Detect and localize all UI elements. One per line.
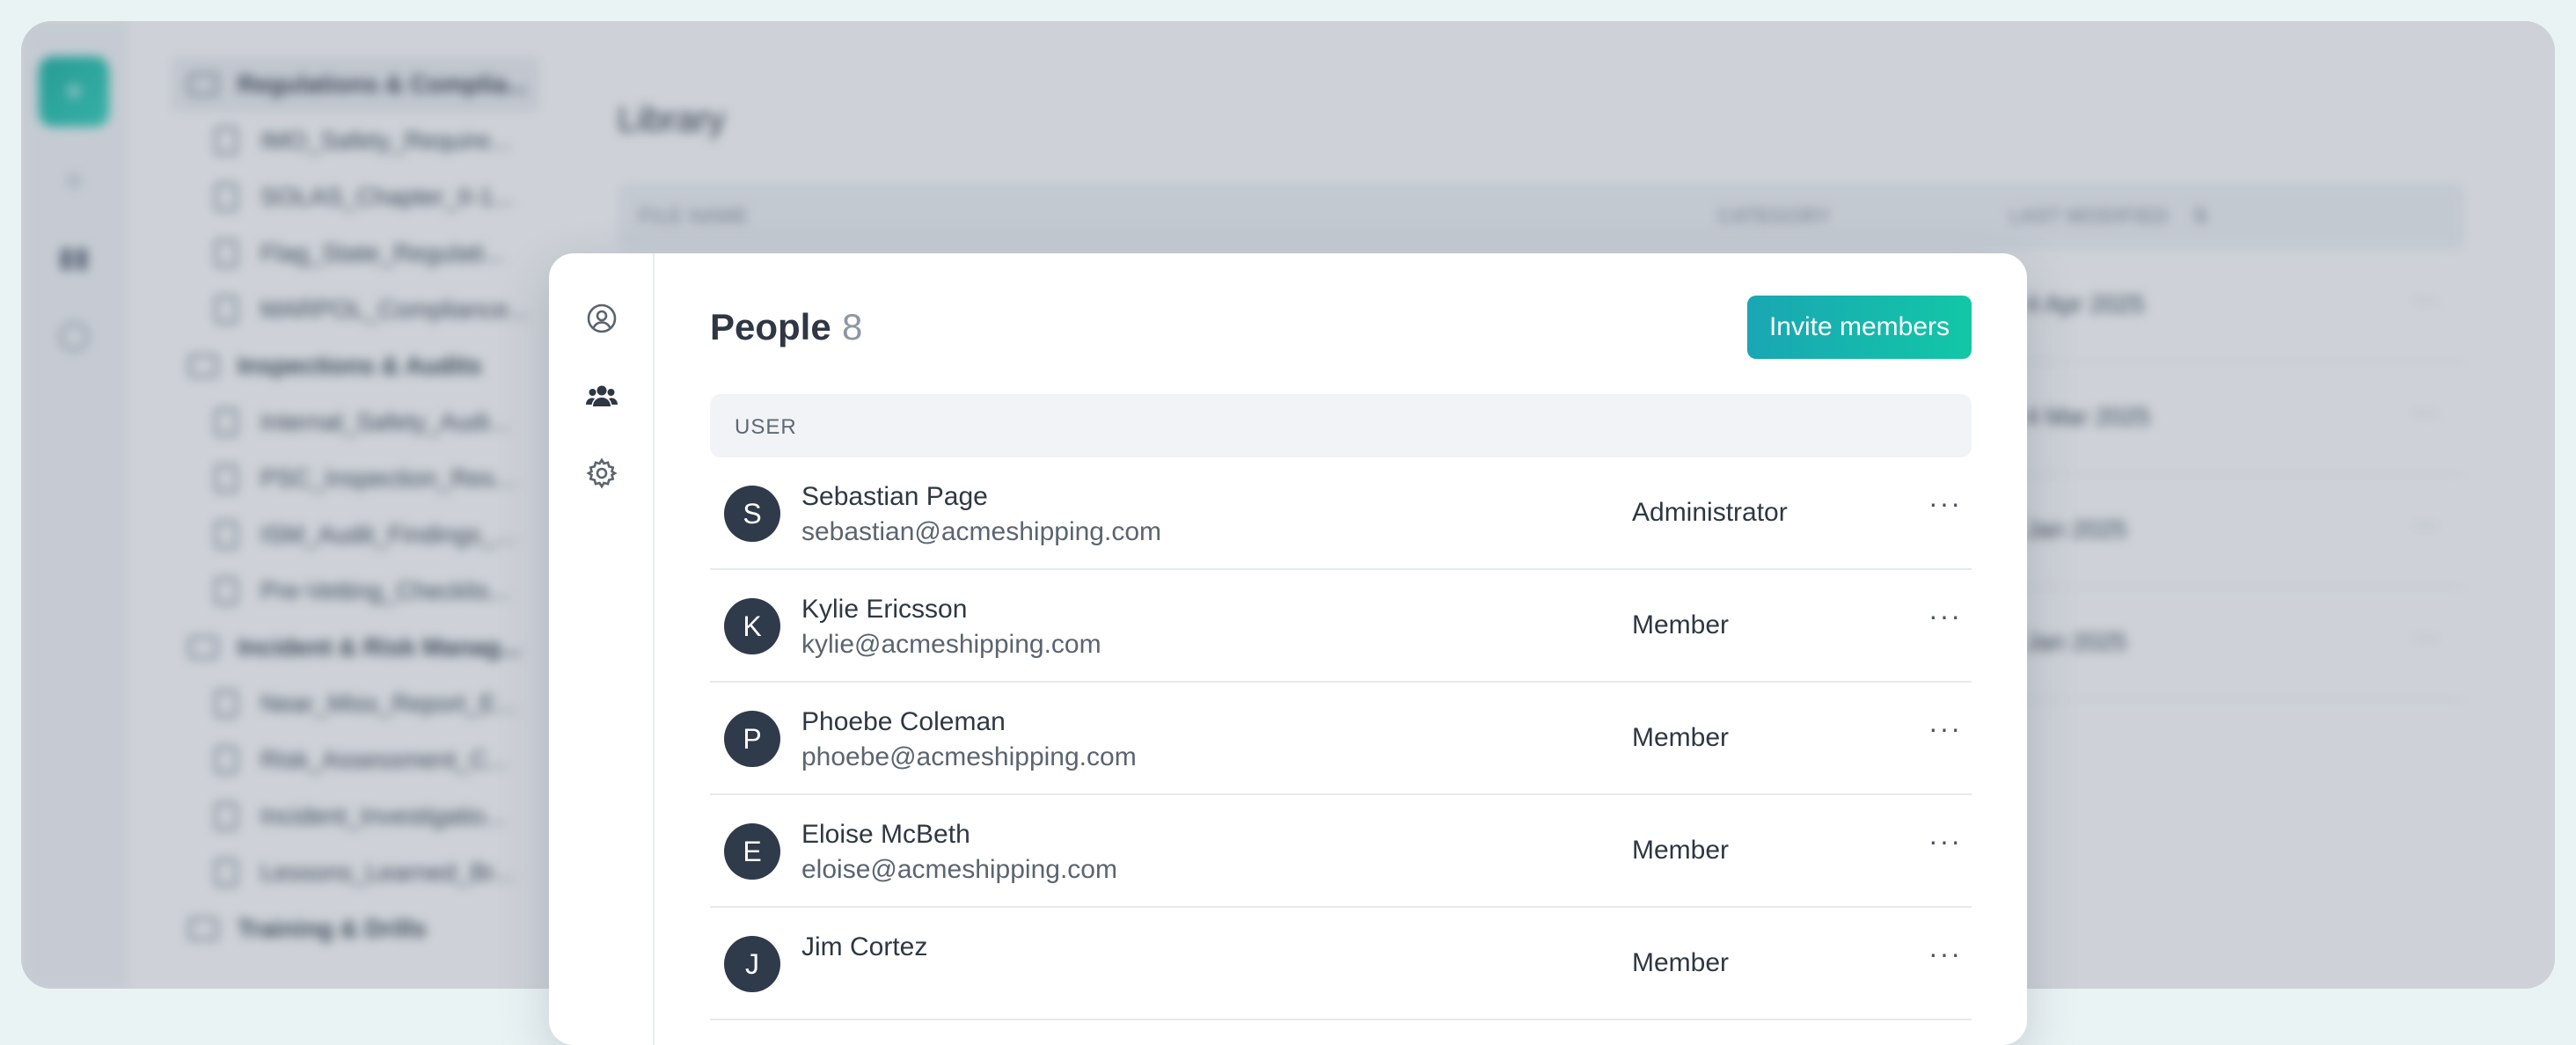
avatar: K (724, 598, 780, 654)
more-options-icon[interactable]: ··· (1926, 709, 1965, 748)
more-options-icon[interactable]: ··· (1926, 934, 1965, 973)
user-row[interactable]: P Phoebe Coleman phoebe@acmeshipping.com… (710, 683, 1972, 795)
users-icon[interactable] (586, 380, 618, 412)
panel-title: People (710, 306, 831, 347)
more-options-icon[interactable]: ··· (1926, 596, 1965, 635)
avatar: S (724, 486, 780, 542)
user-role: Member (1632, 610, 1730, 639)
user-email: kylie@acmeshipping.com (801, 630, 1101, 659)
more-options-icon[interactable]: ··· (1926, 822, 1965, 860)
avatar: J (724, 936, 780, 992)
user-name: Phoebe Coleman (801, 707, 1006, 736)
avatar: E (724, 823, 780, 880)
people-modal: People 8 Invite members USER S Sebastian… (549, 253, 2027, 1045)
member-count: 8 (842, 306, 863, 347)
column-user: USER (735, 415, 797, 439)
user-name: Jim Cortez (801, 932, 928, 961)
user-email: sebastian@acmeshipping.com (801, 517, 1161, 546)
user-name: Kylie Ericsson (801, 595, 968, 624)
more-options-icon[interactable]: ··· (1926, 484, 1965, 522)
user-role: Administrator (1632, 498, 1788, 527)
panel-header: People 8 Invite members (710, 296, 1972, 359)
avatar: P (724, 711, 780, 767)
user-row[interactable]: E Eloise McBeth eloise@acmeshipping.com … (710, 795, 1972, 908)
user-list: S Sebastian Page sebastian@acmeshipping.… (710, 457, 1972, 1020)
user-table-header: USER (710, 394, 1972, 457)
user-name: Eloise McBeth (801, 820, 970, 849)
user-role: Member (1632, 836, 1730, 865)
invite-members-button[interactable]: Invite members (1747, 296, 1972, 359)
user-role: Member (1632, 723, 1730, 752)
user-row[interactable]: J Jim Cortez Member ··· (710, 908, 1972, 1020)
gear-icon[interactable] (586, 457, 618, 489)
user-circle-icon[interactable] (586, 303, 618, 334)
user-row[interactable]: K Kylie Ericsson kylie@acmeshipping.com … (710, 570, 1972, 683)
user-row[interactable]: S Sebastian Page sebastian@acmeshipping.… (710, 457, 1972, 570)
user-name: Sebastian Page (801, 482, 988, 511)
user-email: phoebe@acmeshipping.com (801, 742, 1137, 771)
modal-nav (549, 253, 655, 1045)
user-email: eloise@acmeshipping.com (801, 855, 1117, 884)
user-role: Member (1632, 948, 1730, 977)
